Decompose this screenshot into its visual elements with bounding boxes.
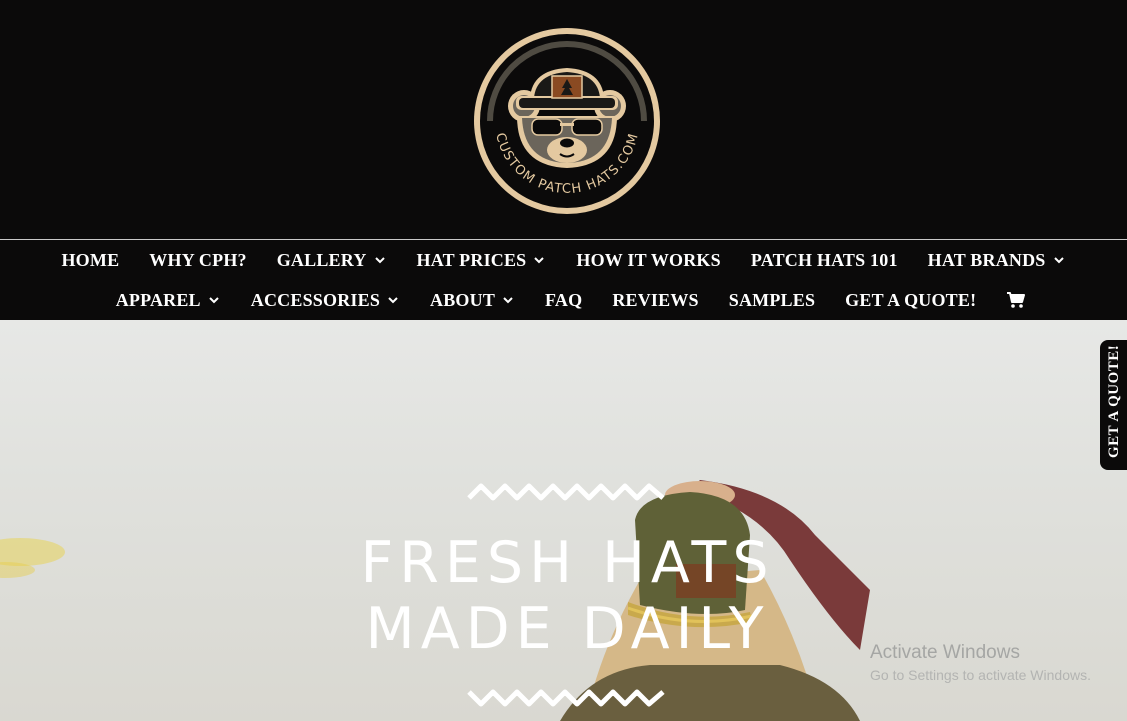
nav-item-get-a-quote[interactable]: GET A QUOTE!: [845, 289, 976, 311]
get-a-quote-side-tab-label: GET A QUOTE!: [1106, 344, 1122, 458]
chevron-down-icon: [374, 257, 385, 264]
chevron-down-icon: [388, 297, 398, 304]
nav-item-patch-hats-101[interactable]: PATCH HATS 101: [751, 249, 898, 271]
hero-headline-line-1: FRESH HATS: [360, 530, 775, 596]
main-navigation: HOME WHY CPH? GALLERY HAT PRICES HOW IT …: [0, 240, 1127, 320]
shopping-cart-icon[interactable]: [1006, 291, 1026, 309]
chevron-down-icon: [1053, 257, 1064, 264]
chevron-down-icon: [503, 297, 513, 304]
nav-item-home[interactable]: HOME: [61, 249, 119, 271]
zigzag-divider-top: [467, 483, 665, 501]
nav-item-apparel[interactable]: APPAREL: [116, 289, 221, 311]
nav-item-hat-prices[interactable]: HAT PRICES: [417, 249, 547, 271]
nav-item-faq[interactable]: FAQ: [545, 289, 582, 311]
hero-headline: FRESH HATS MADE DAILY: [300, 530, 835, 662]
chevron-down-icon: [209, 297, 219, 304]
nav-item-samples[interactable]: SAMPLES: [729, 289, 815, 311]
site-logo[interactable]: CUSTOM PATCH HATS.COM: [472, 26, 662, 216]
hero-headline-line-2: MADE DAILY: [365, 596, 770, 662]
activate-windows-watermark-title: Activate Windows: [870, 642, 1020, 663]
get-a-quote-side-tab[interactable]: GET A QUOTE!: [1100, 340, 1127, 470]
zigzag-divider-bottom: [467, 689, 665, 707]
nav-item-about[interactable]: ABOUT: [430, 289, 515, 311]
nav-item-why-cph[interactable]: WHY CPH?: [149, 249, 246, 271]
nav-item-reviews[interactable]: REVIEWS: [612, 289, 698, 311]
nav-row-2: APPAREL ACCESSORIES ABOUT FAQ REVIEWS SA…: [0, 289, 1127, 311]
chevron-down-icon: [534, 257, 545, 264]
nav-item-hat-brands[interactable]: HAT BRANDS: [928, 249, 1066, 271]
activate-windows-watermark-subtitle: Go to Settings to activate Windows.: [870, 667, 1091, 683]
site-header: CUSTOM PATCH HATS.COM: [0, 0, 1127, 240]
nav-item-gallery[interactable]: GALLERY: [277, 249, 387, 271]
nav-item-how-it-works[interactable]: HOW IT WORKS: [576, 249, 720, 271]
nav-row-1: HOME WHY CPH? GALLERY HAT PRICES HOW IT …: [0, 249, 1127, 271]
nav-item-accessories[interactable]: ACCESSORIES: [251, 289, 400, 311]
